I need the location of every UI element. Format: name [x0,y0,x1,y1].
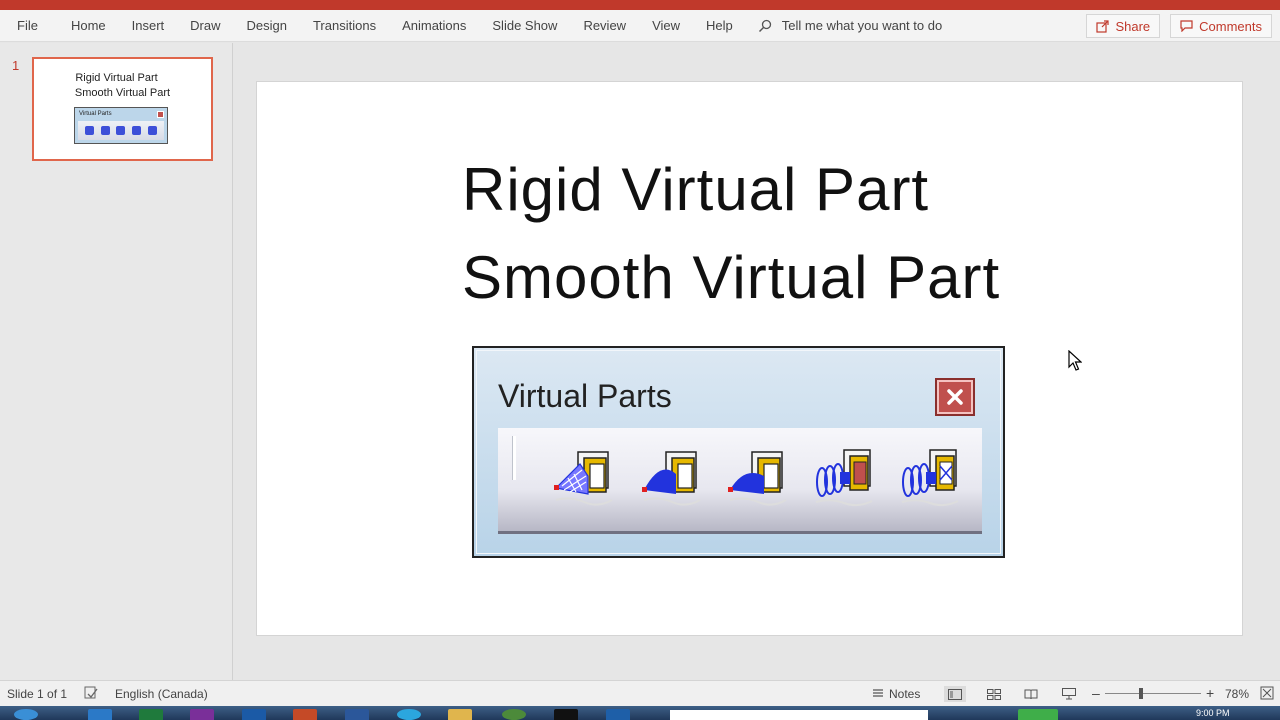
smooth-virtual-part-icon [642,451,701,506]
ribbon-tabs: File Home Insert Draw Design Transitions… [0,10,1280,42]
taskbar-skype-icon[interactable] [397,709,421,720]
taskbar-outlook-icon[interactable] [242,709,266,720]
title-line-1: Rigid Virtual Part [462,156,930,223]
taskbar-app-icon[interactable] [606,709,630,720]
notes-button[interactable]: Notes [872,687,920,701]
zoom-in-button[interactable]: + [1206,685,1214,701]
thumb-part-icon [132,126,142,135]
taskbar-ie-icon[interactable] [88,709,112,720]
thumbnail-line-2: Smooth Virtual Part [74,87,171,99]
thumb-part-icon [148,126,158,135]
slide-title[interactable]: Rigid Virtual Part Smooth Virtual Part [462,146,1000,322]
reading-view-icon [1024,689,1038,699]
slide-editor: Rigid Virtual Part Smooth Virtual Part V… [234,43,1280,680]
zoom-out-button[interactable]: – [1092,685,1100,701]
reading-view-button[interactable] [1020,686,1042,702]
taskbar-chrome-icon[interactable] [502,709,526,720]
taskbar-clock[interactable]: 9:00 PM [1196,708,1230,718]
taskbar-battery-indicator [1018,709,1058,720]
slide-canvas[interactable]: Rigid Virtual Part Smooth Virtual Part V… [256,81,1243,636]
tab-home[interactable]: Home [58,10,119,42]
thumbnail-line-1: Rigid Virtual Part [75,72,158,84]
slide-show-view-button[interactable] [1058,686,1080,702]
tab-view[interactable]: View [639,10,693,42]
title-bar [0,0,1280,10]
taskbar-search-box[interactable] [670,710,928,720]
tab-insert[interactable]: Insert [119,10,178,42]
slide-show-icon [1062,688,1076,700]
toolbar-icon-bar [498,428,982,534]
normal-view-button[interactable] [944,686,966,702]
taskbar-excel-icon[interactable] [139,709,163,720]
rigid-spring-virtual-part-icon [815,449,873,507]
language-indicator[interactable]: English (Canada) [115,687,208,701]
slide-number: 1 [12,58,20,73]
thumbnail-toolbar-image: Virtual Parts [74,107,168,144]
slide-thumbnails-pane: 1 Rigid Virtual Part Smooth Virtual Part… [0,43,233,680]
thumbnail-icon-bar [78,121,164,140]
comments-button[interactable]: Comments [1170,14,1272,38]
thumb-part-icon [100,126,110,135]
share-icon [1096,19,1110,33]
rigid-virtual-part-icon [554,451,613,506]
tab-slide-show[interactable]: Slide Show [479,10,570,42]
status-bar: Slide 1 of 1 English (Canada) Notes – + … [0,680,1280,706]
thumb-part-icon [84,126,94,135]
thumbnail-toolbar-title: Virtual Parts [79,111,112,117]
slide-counter: Slide 1 of 1 [7,687,68,701]
toolbar-title: Virtual Parts [498,378,672,414]
tab-transitions[interactable]: Transitions [300,10,389,42]
taskbar-word-icon[interactable] [345,709,369,720]
comment-icon [1180,20,1193,32]
virtual-parts-toolbar-image[interactable]: Virtual Parts [472,346,1005,558]
fit-slide-icon[interactable] [1259,685,1275,701]
taskbar-powerpoint-icon[interactable] [293,709,317,720]
share-button[interactable]: Share [1086,14,1161,38]
comments-label: Comments [1199,18,1262,34]
lightbulb-search-icon [758,19,771,32]
smooth-spring-virtual-part-icon [901,449,959,507]
tell-me-search[interactable]: Tell me what you want to do [758,18,942,33]
tab-animations[interactable]: Animations [389,10,479,42]
notes-icon [873,689,883,697]
tab-draw[interactable]: Draw [177,10,233,42]
tab-review[interactable]: Review [570,10,639,42]
start-button[interactable] [14,709,38,720]
tab-file[interactable]: File [0,10,58,42]
spelling-check-icon[interactable] [84,686,98,700]
slide-sorter-view-button[interactable] [983,686,1005,702]
tab-help[interactable]: Help [693,10,746,42]
title-line-2: Smooth Virtual Part [462,244,1001,311]
smooth-virtual-part-alt-icon [728,451,787,506]
notes-label: Notes [889,687,921,701]
tell-me-label: Tell me what you want to do [781,18,943,33]
zoom-percentage[interactable]: 78% [1225,687,1249,701]
close-icon [935,378,975,416]
normal-view-icon [948,688,962,700]
taskbar-onenote-icon[interactable] [190,709,214,720]
zoom-slider-handle[interactable] [1139,688,1143,699]
tab-design[interactable]: Design [234,10,300,42]
toolbar-grip [512,436,516,480]
taskbar-explorer-icon[interactable] [448,709,472,720]
thumbnail-close-icon [157,111,164,118]
taskbar-app-icon[interactable] [554,709,578,720]
share-label: Share [1115,18,1151,34]
slide-thumbnail-1[interactable]: Rigid Virtual Part Smooth Virtual Part V… [32,57,213,161]
zoom-slider-track[interactable] [1105,693,1201,694]
slide-sorter-icon [987,688,1001,700]
windows-taskbar: 9:00 PM [0,706,1280,720]
mouse-cursor-icon [1068,350,1082,371]
thumb-part-icon [116,126,126,135]
